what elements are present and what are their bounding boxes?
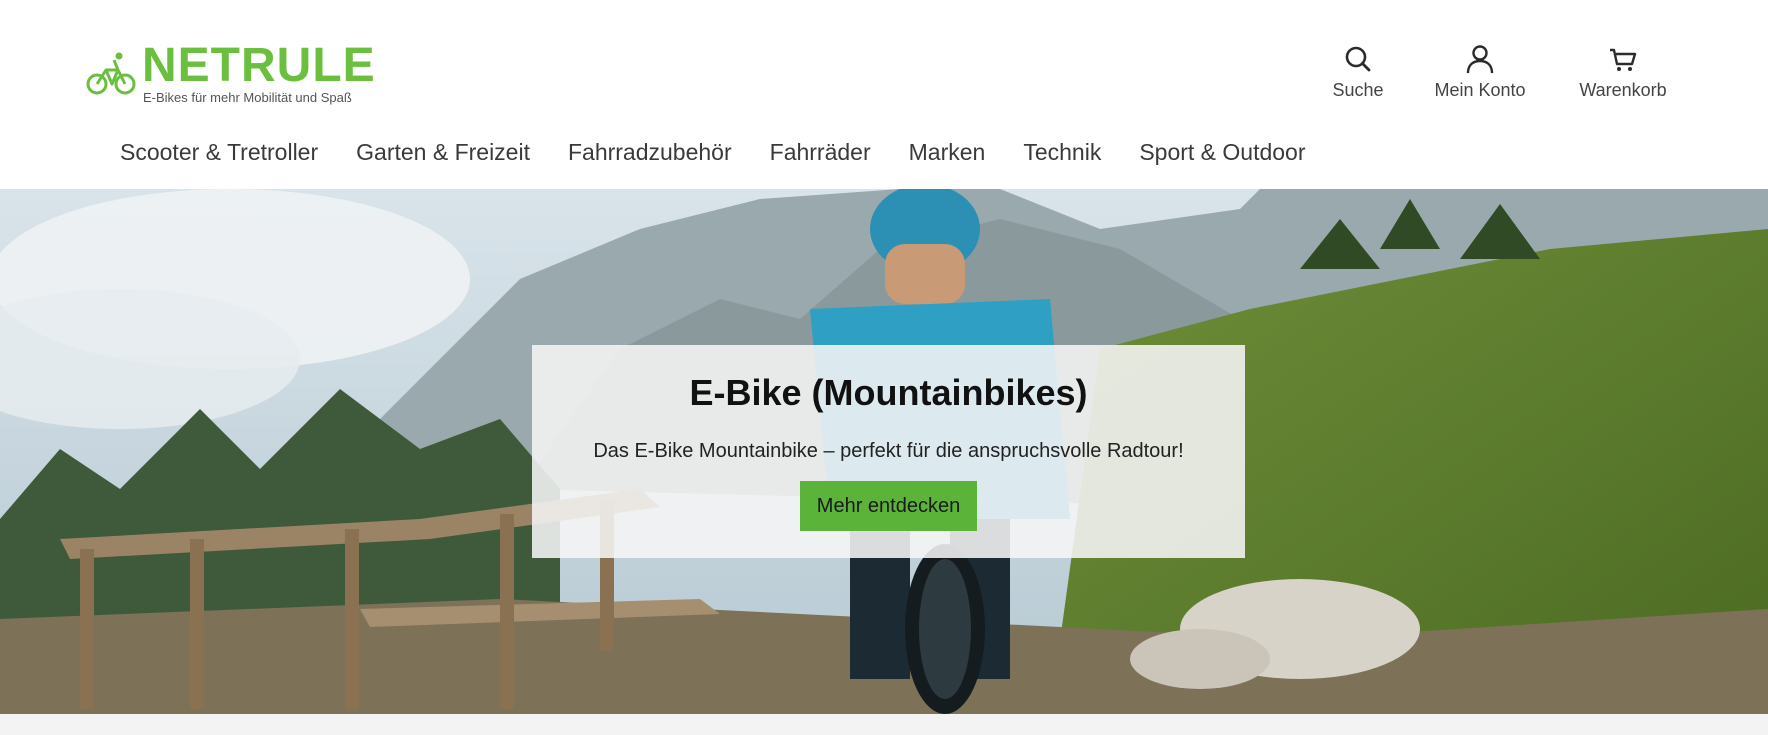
cart-icon (1610, 48, 1637, 71)
nav-item-fahrradzubehoer[interactable]: Fahrradzubehör (568, 138, 732, 168)
hero-title: E-Bike (Mountainbikes) (689, 372, 1088, 413)
nav-item-scooter[interactable]: Scooter & Tretroller (120, 138, 318, 168)
hero-subtitle: Das E-Bike Mountainbike – perfekt für di… (593, 440, 1184, 462)
discover-more-button[interactable]: Mehr entdecken (799, 481, 978, 531)
cart-label: Warenkorb (1579, 80, 1667, 100)
search-icon (1345, 46, 1371, 72)
user-icon (1466, 45, 1494, 74)
search-label: Suche (1332, 80, 1384, 100)
nav-item-sport-outdoor[interactable]: Sport & Outdoor (1139, 138, 1305, 168)
brand-name: NETRULE (142, 39, 376, 92)
account-button[interactable]: Mein Konto (1425, 44, 1535, 101)
search-button[interactable]: Suche (1318, 44, 1398, 101)
cart-button[interactable]: Warenkorb (1570, 44, 1676, 101)
nav-item-marken[interactable]: Marken (909, 138, 986, 168)
site-logo[interactable]: NETRULE E-Bikes für mehr Mobilität und S… (86, 39, 376, 105)
nav-item-technik[interactable]: Technik (1023, 138, 1101, 168)
site-header: NETRULE E-Bikes für mehr Mobilität und S… (0, 0, 1768, 189)
bike-logo-icon (86, 52, 136, 95)
hero-card: E-Bike (Mountainbikes) Das E-Bike Mounta… (532, 345, 1245, 558)
content-strip (0, 714, 1768, 735)
main-navigation: Scooter & Tretroller Garten & Freizeit F… (120, 138, 1306, 168)
nav-item-garten[interactable]: Garten & Freizeit (356, 138, 530, 168)
nav-item-fahrraeder[interactable]: Fahrräder (770, 138, 871, 168)
hero-banner: E-Bike (Mountainbikes) Das E-Bike Mounta… (0, 189, 1768, 714)
account-label: Mein Konto (1434, 80, 1526, 100)
brand-tagline: E-Bikes für mehr Mobilität und Spaß (143, 90, 352, 105)
